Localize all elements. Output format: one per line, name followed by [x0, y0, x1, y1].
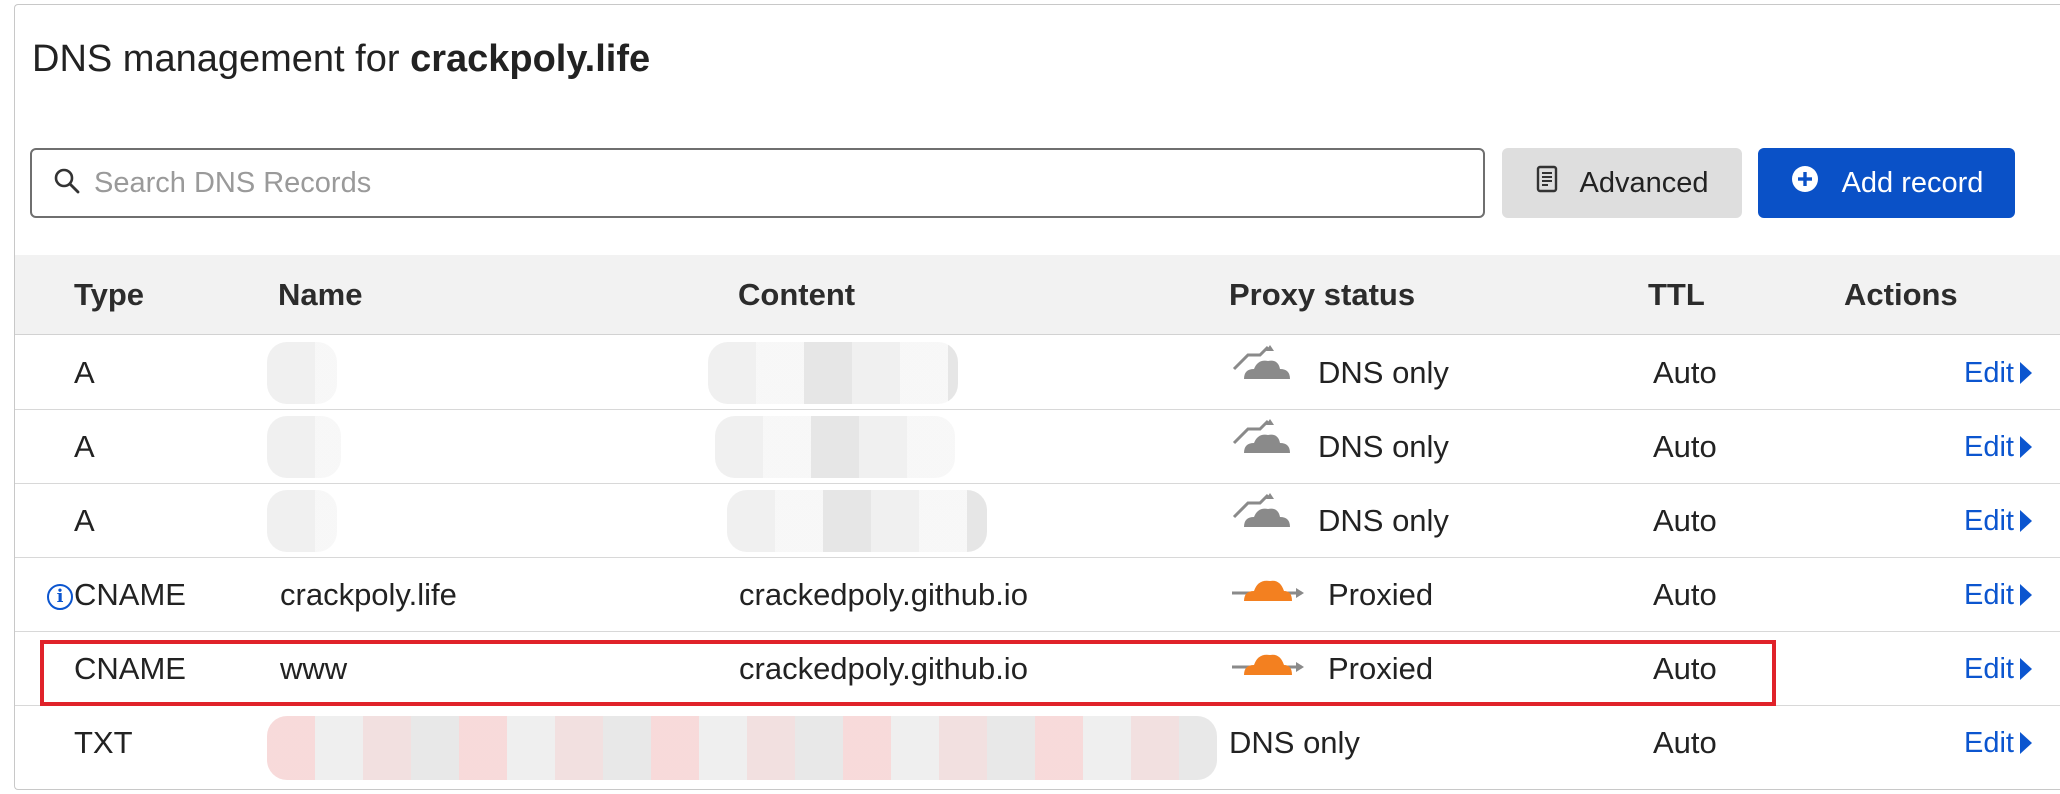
proxy-status-label: DNS only [1229, 725, 1360, 760]
edit-link[interactable]: Edit [1964, 484, 2032, 558]
record-type: A [74, 429, 95, 464]
column-header-type[interactable]: Type [74, 255, 144, 335]
redacted-content [708, 342, 958, 404]
page-title-domain: crackpoly.life [410, 38, 651, 80]
record-content: crackedpoly.github.io [739, 651, 1028, 686]
record-name: www [280, 651, 348, 686]
caret-right-icon [2020, 436, 2032, 458]
edit-link-label: Edit [1964, 727, 2014, 759]
plus-circle-icon [1790, 164, 1820, 202]
edit-link[interactable]: Edit [1964, 410, 2032, 484]
table-row[interactable]: A DNS only Auto Edit [15, 484, 2060, 558]
record-ttl: Auto [1653, 577, 1717, 612]
redacted-content [267, 716, 1217, 780]
redacted-name [267, 342, 337, 404]
column-header-name[interactable]: Name [278, 255, 362, 335]
proxied-cloud-icon [1230, 558, 1306, 632]
page-title: DNS management for crackpoly.life [32, 36, 650, 82]
caret-right-icon [2020, 584, 2032, 606]
table-row[interactable]: i CNAME crackpoly.life crackedpoly.githu… [15, 558, 2060, 632]
table-header: Type Name Content Proxy status TTL Actio… [15, 255, 2060, 335]
proxy-status-label: Proxied [1328, 577, 1434, 612]
advanced-button[interactable]: Advanced [1502, 148, 1742, 218]
edit-link-label: Edit [1964, 431, 2014, 463]
info-icon[interactable]: i [47, 584, 73, 610]
table-row[interactable]: A DNS only Auto Edit [15, 336, 2060, 410]
record-type: CNAME [74, 577, 186, 612]
proxy-status[interactable]: Proxied [1230, 558, 1433, 632]
proxy-status[interactable]: Proxied [1230, 632, 1433, 706]
redacted-name [267, 490, 337, 552]
record-ttl: Auto [1653, 651, 1717, 686]
record-ttl: Auto [1653, 503, 1717, 538]
proxy-status[interactable]: DNS only [1230, 410, 1449, 484]
proxied-cloud-icon [1230, 632, 1306, 706]
dns-only-cloud-icon [1230, 484, 1296, 558]
edit-link[interactable]: Edit [1964, 632, 2032, 706]
proxy-status[interactable]: DNS only [1230, 336, 1449, 410]
edit-link-label: Edit [1964, 357, 2014, 389]
table-row[interactable]: A DNS only Auto Edit [15, 410, 2060, 484]
edit-link[interactable]: Edit [1964, 336, 2032, 410]
caret-right-icon [2020, 658, 2032, 680]
redacted-content [727, 490, 987, 552]
redacted-name [267, 416, 341, 478]
dns-only-cloud-icon [1230, 336, 1296, 410]
edit-link-label: Edit [1964, 579, 2014, 611]
document-icon [1536, 165, 1558, 201]
edit-link-label: Edit [1964, 505, 2014, 537]
column-header-ttl[interactable]: TTL [1648, 255, 1705, 335]
record-type: A [74, 503, 95, 538]
record-ttl: Auto [1653, 355, 1717, 390]
dns-only-cloud-icon [1230, 410, 1296, 484]
edit-link-label: Edit [1964, 653, 2014, 685]
search-box[interactable] [30, 148, 1485, 218]
table-row[interactable]: CNAME www crackedpoly.github.io Proxied … [15, 632, 2060, 706]
proxy-status-label: DNS only [1318, 355, 1449, 390]
proxy-status[interactable]: DNS only [1230, 484, 1449, 558]
add-record-button[interactable]: Add record [1758, 148, 2015, 218]
advanced-button-label: Advanced [1579, 166, 1709, 199]
proxy-status-label: DNS only [1318, 429, 1449, 464]
record-name: crackpoly.life [280, 577, 457, 612]
add-record-button-label: Add record [1841, 166, 1984, 199]
proxy-status-label: Proxied [1328, 651, 1434, 686]
edit-link[interactable]: Edit [1964, 558, 2032, 632]
page-title-prefix: DNS management for [32, 38, 400, 80]
column-header-actions: Actions [1844, 277, 1958, 312]
proxy-status-label: DNS only [1318, 503, 1449, 538]
search-input[interactable] [92, 165, 1392, 201]
column-header-proxy-status[interactable]: Proxy status [1229, 255, 1415, 335]
caret-right-icon [2020, 732, 2032, 754]
record-type: A [74, 355, 95, 390]
column-header-content[interactable]: Content [738, 255, 855, 335]
table-row[interactable]: TXT DNS only Auto Edit [15, 706, 2060, 780]
caret-right-icon [2020, 510, 2032, 532]
record-type: CNAME [74, 651, 186, 686]
record-ttl: Auto [1653, 429, 1717, 464]
record-content: crackedpoly.github.io [739, 577, 1028, 612]
edit-link[interactable]: Edit [1964, 706, 2032, 780]
record-type: TXT [74, 725, 133, 760]
caret-right-icon [2020, 362, 2032, 384]
record-ttl: Auto [1653, 725, 1717, 760]
search-icon [54, 168, 80, 199]
redacted-content [715, 416, 955, 478]
